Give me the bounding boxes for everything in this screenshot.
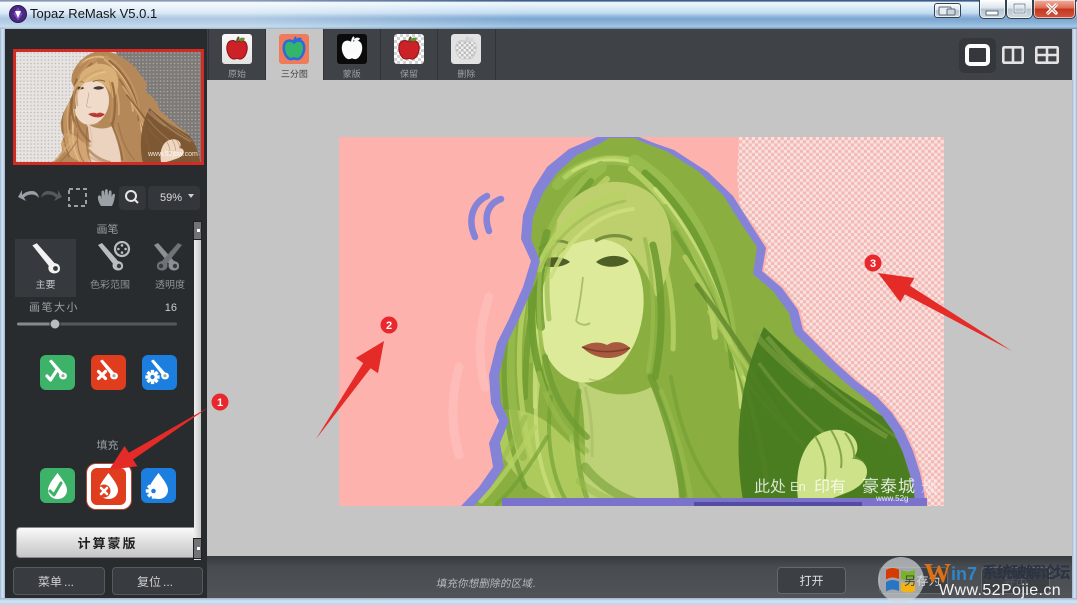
svg-text:Www.52Pojie.cn: Www.52Pojie.cn [939,582,1061,599]
svg-text:16: 16 [165,302,177,314]
svg-text:.: . [533,578,536,590]
svg-text:in7: in7 [951,564,977,584]
svg-text:...: ... [163,575,173,589]
svg-text:www.52g: www.52g [875,494,908,503]
svg-text:...: ... [64,575,74,589]
svg-text:En: En [790,479,806,494]
